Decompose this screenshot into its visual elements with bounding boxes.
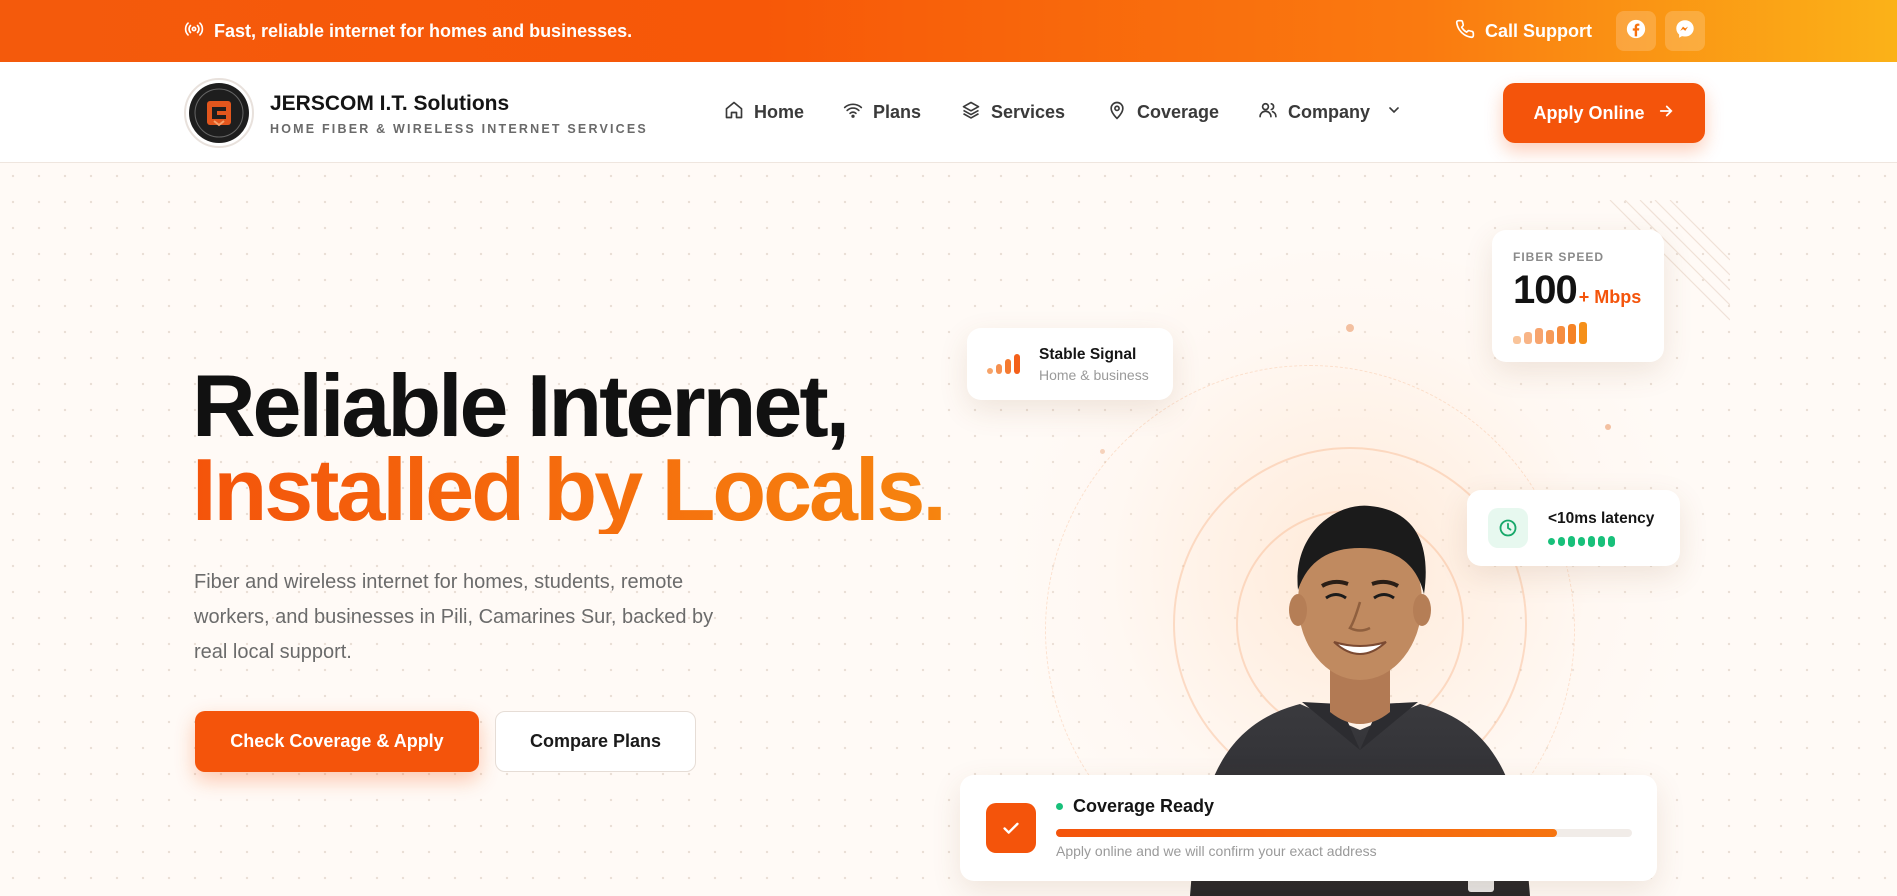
chevron-down-icon <box>1386 102 1402 123</box>
nav-services-label: Services <box>991 102 1066 122</box>
check-coverage-button[interactable]: Check Coverage & Apply <box>195 711 479 772</box>
nav-services[interactable]: Services <box>961 100 1065 125</box>
logo-emblem-icon <box>189 83 249 143</box>
clock-icon <box>1488 508 1528 548</box>
nav-plans-label: Plans <box>873 102 922 122</box>
facebook-button[interactable] <box>1616 11 1656 51</box>
fiber-speed-unit: + Mbps <box>1578 287 1642 307</box>
coverage-progress <box>1056 829 1632 837</box>
main-navbar: JERSCOM I.T. Solutions HOME FIBER & WIRE… <box>0 62 1897 163</box>
nav-company[interactable]: Company <box>1258 100 1402 125</box>
apply-online-label: Apply Online <box>1533 102 1645 123</box>
users-icon <box>1258 100 1278 125</box>
nav-coverage-label: Coverage <box>1137 102 1220 122</box>
hero-description: Fiber and wireless internet for homes, s… <box>194 571 714 663</box>
decor-dot <box>1100 449 1105 454</box>
announcement-bar: Fast, reliable internet for homes and bu… <box>0 0 1897 62</box>
nav-home[interactable]: Home <box>724 100 804 125</box>
decor-dot <box>1346 324 1354 332</box>
hero-title-line-2: Installed by Locals. <box>192 440 947 539</box>
latency-dots-icon <box>1548 536 1615 547</box>
fiber-speed-card: FIBER SPEED 100 + Mbps <box>1492 230 1664 362</box>
latency-label: <10ms latency <box>1548 510 1655 527</box>
coverage-ready-card: Coverage Ready Apply online and we will … <box>960 775 1657 881</box>
arrow-right-icon <box>1657 102 1675 125</box>
announcement: Fast, reliable internet for homes and bu… <box>184 19 632 44</box>
check-icon <box>986 803 1036 853</box>
nav-coverage[interactable]: Coverage <box>1107 100 1219 125</box>
status-dot <box>1056 803 1063 810</box>
latency-card: <10ms latency <box>1467 490 1680 566</box>
fiber-speed-label: FIBER SPEED <box>1513 250 1605 264</box>
decor-dot <box>1605 424 1611 430</box>
call-support-link[interactable]: Call Support <box>1455 19 1592 44</box>
compare-plans-button[interactable]: Compare Plans <box>495 711 696 772</box>
fiber-speed-value: 100 <box>1513 268 1578 312</box>
brand-name[interactable]: JERSCOM I.T. Solutions <box>270 92 509 116</box>
brand-tagline: HOME FIBER & WIRELESS INTERNET SERVICES <box>270 122 648 136</box>
messenger-icon <box>1674 18 1696 45</box>
signal-bars-icon <box>987 354 1020 374</box>
call-support-label: Call Support <box>1485 21 1592 41</box>
coverage-ready-note: Apply online and we will confirm your ex… <box>1056 843 1377 859</box>
broadcast-icon <box>184 19 204 44</box>
map-pin-icon <box>1107 100 1127 125</box>
nav-plans[interactable]: Plans <box>843 100 921 125</box>
wifi-icon <box>843 100 863 125</box>
nav-company-label: Company <box>1288 102 1371 122</box>
apply-online-button[interactable]: Apply Online <box>1503 83 1705 143</box>
stable-signal-title: Stable Signal <box>1039 346 1137 363</box>
fiber-speed-value-group: 100 + Mbps <box>1513 268 1641 313</box>
facebook-icon <box>1625 18 1647 45</box>
nav-home-label: Home <box>754 102 805 122</box>
announcement-text: Fast, reliable internet for homes and bu… <box>214 21 633 41</box>
speed-bars-icon <box>1513 322 1587 344</box>
stable-signal-subtitle: Home & business <box>1039 367 1149 383</box>
home-icon <box>724 100 744 125</box>
brand-logo[interactable] <box>184 78 254 148</box>
stable-signal-card: Stable Signal Home & business <box>967 328 1173 400</box>
hero-title-line-1: Reliable Internet, <box>192 356 850 455</box>
coverage-progress-fill <box>1056 829 1558 837</box>
messenger-button[interactable] <box>1665 11 1705 51</box>
layers-icon <box>961 100 981 125</box>
coverage-ready-title: Coverage Ready <box>1073 796 1215 816</box>
phone-icon <box>1455 19 1475 44</box>
